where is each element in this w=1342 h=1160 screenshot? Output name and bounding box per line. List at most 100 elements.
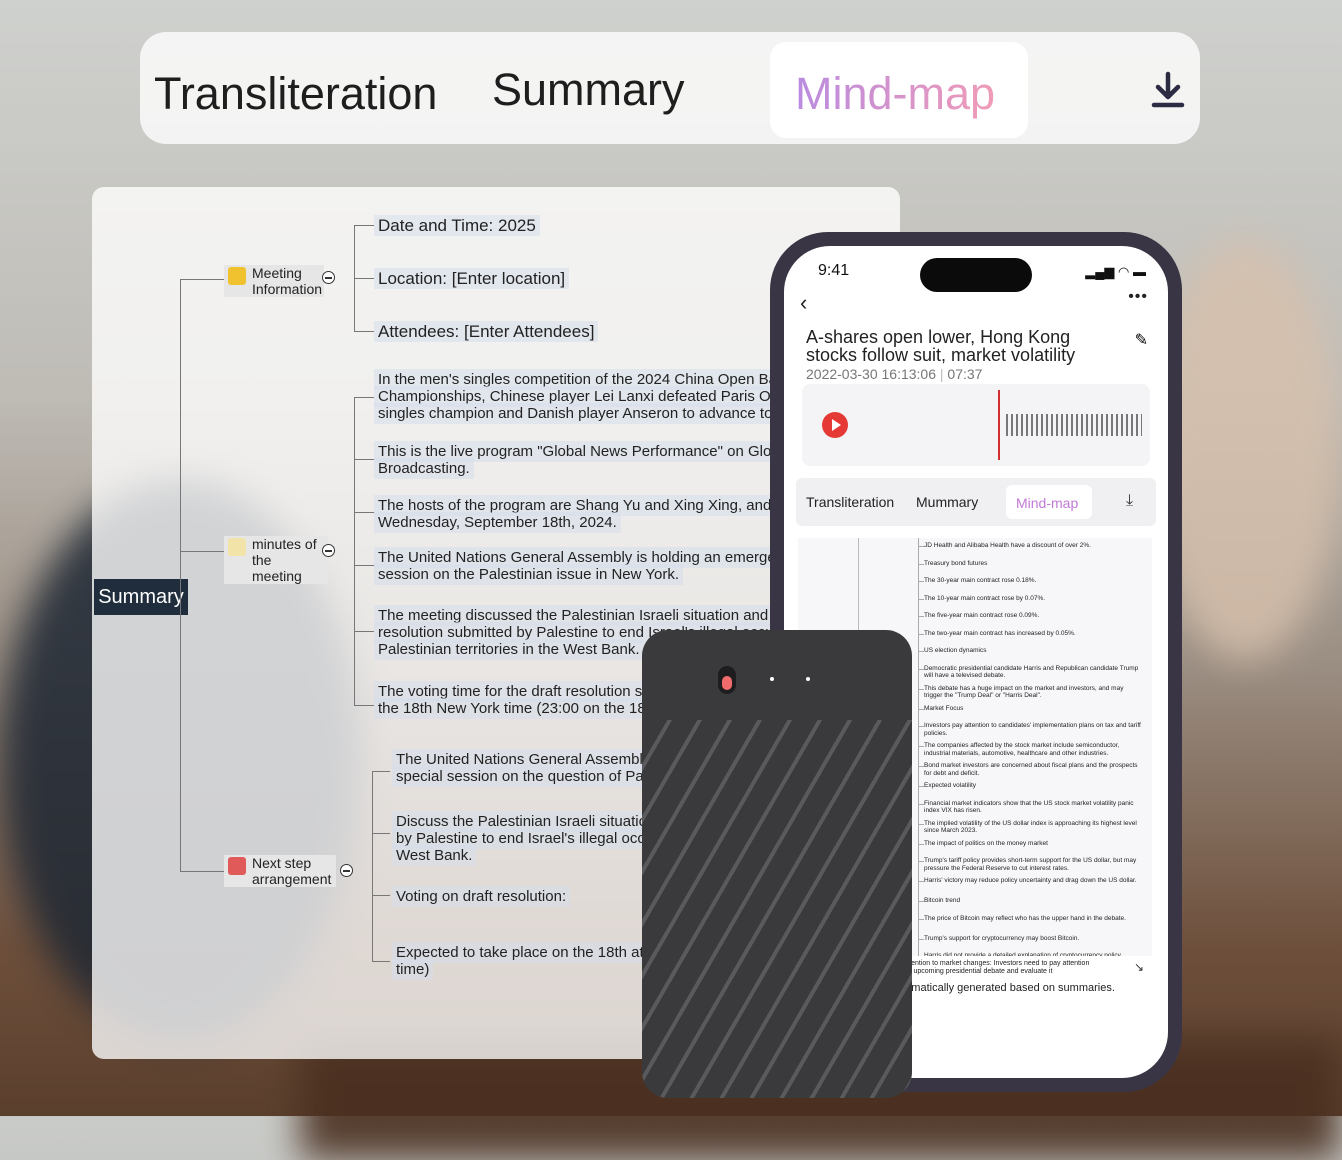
collapse-icon[interactable]	[322, 271, 335, 284]
connector	[354, 459, 374, 460]
tab-mindmap-label: Mind-map	[795, 68, 996, 119]
branch-label: Meeting Information	[252, 265, 323, 297]
connector	[354, 631, 374, 632]
phone-mindmap-item: JD Health and Alibaba Health have a disc…	[924, 542, 1091, 549]
leaf-next-discuss-line3: West Bank.	[392, 845, 477, 866]
meta-separator: |	[939, 366, 944, 382]
leaf-program-line2: Broadcasting.	[374, 458, 474, 479]
connector	[180, 551, 226, 552]
branch-label: minutes of the meeting	[252, 536, 317, 584]
more-icon[interactable]: •••	[1128, 288, 1148, 306]
phone-mindmap-item: The two-year main contract has increased…	[924, 629, 1076, 637]
record-switch[interactable]	[718, 666, 736, 694]
leaf-discussion-line3: Palestinian territories in the West Bank…	[374, 639, 644, 660]
connector	[354, 565, 374, 566]
phone-mindmap-item: Financial market indicators show that th…	[924, 799, 1134, 815]
leaf-next-un-line2: special session on the question of Pale	[392, 766, 660, 787]
branch-label: Next step arrangement	[252, 855, 332, 887]
phone-mindmap-item: The price of Bitcoin may reflect who has…	[924, 914, 1126, 922]
connector	[180, 279, 226, 280]
status-time: 9:41	[818, 262, 850, 279]
edit-icon[interactable]: ✎	[1135, 330, 1148, 350]
download-icon[interactable]	[1148, 70, 1188, 110]
memo-icon	[228, 538, 246, 556]
signal-wifi-battery-icon: ▂▄▆ ◠ ▬	[1085, 264, 1146, 279]
phone-footnote: ay attention to market changes: Investor…	[894, 960, 1090, 975]
leaf-date-time: Date and Time: 2025	[374, 215, 540, 236]
calendar-icon	[228, 857, 246, 875]
phone-mindmap-item: The 30-year main contract rose 0.18%.	[924, 577, 1037, 584]
connector	[372, 895, 390, 896]
collapse-icon[interactable]	[322, 544, 335, 557]
audio-player	[802, 384, 1150, 466]
device-texture	[642, 720, 912, 1098]
branch-meeting-information[interactable]: Meeting Information	[224, 265, 324, 297]
phone-mindmap-item: The 10-year main contract rose by 0.07%.	[924, 594, 1046, 602]
connector	[354, 278, 374, 279]
leaf-location: Location: [Enter location]	[374, 268, 570, 289]
connector	[372, 961, 390, 962]
connector	[372, 771, 373, 961]
back-icon[interactable]: ‹	[800, 290, 807, 316]
connector	[354, 397, 355, 705]
phone-mindmap-item: Trump's support for cryptocurrency may b…	[924, 934, 1080, 942]
connector	[372, 833, 390, 834]
recording-title: A-shares open lower, Hong Kong stocks fo…	[806, 327, 1076, 365]
phone-mindmap-item: Bitcoin trend	[924, 897, 961, 904]
writing-hand-icon	[228, 267, 246, 285]
phone-auto-generated-note: utomatically generated based on summarie…	[896, 982, 1115, 994]
dynamic-island	[920, 258, 1032, 292]
phone-mindmap-item: Market Focus	[924, 704, 964, 712]
phone-mindmap-item: Investors pay attention to candidates' i…	[924, 722, 1141, 737]
phone-mindmap-item: Democratic presidential candidate Harris…	[924, 664, 1139, 680]
phone-tab-summary[interactable]: Mummary	[916, 494, 978, 510]
collapse-icon[interactable]	[340, 864, 353, 877]
connector	[354, 512, 374, 513]
branch-minutes-of-the-meeting[interactable]: minutes of the meeting	[224, 536, 328, 584]
phone-tab-mindmap-label: Mind-map	[1016, 495, 1079, 511]
phone-download-icon[interactable]: ⤓	[1126, 492, 1133, 510]
leaf-badminton-line3: singles champion and Danish player Anser…	[374, 403, 794, 424]
phone-mindmap-item: US election dynamics	[924, 647, 987, 654]
phone-mindmap-item: Harris did not provide a detailed explan…	[924, 952, 1123, 956]
tab-transliteration[interactable]: Transliteration	[154, 68, 437, 120]
indicator-led	[770, 677, 774, 681]
branch-next-step-arrangement[interactable]: Next step arrangement	[224, 855, 336, 887]
phone-tab-mindmap[interactable]: Mind-map	[1006, 485, 1092, 519]
connector	[354, 225, 374, 226]
phone-tab-bar: Transliteration Mummary Mind-map ⤓	[796, 478, 1156, 526]
waveform[interactable]	[1006, 414, 1142, 436]
leaf-attendees: Attendees: [Enter Attendees]	[374, 321, 599, 342]
mindmap-root-node[interactable]: Summary	[94, 579, 188, 615]
phone-mindmap-item: The implied volatility of the US dollar …	[924, 819, 1137, 835]
play-icon[interactable]	[822, 412, 848, 438]
connector	[354, 705, 374, 706]
phone-mindmap-item: The five-year main contract rose 0.09%.	[924, 612, 1040, 619]
phone-mindmap-item: Harris' victory may reduce policy uncert…	[924, 877, 1137, 884]
view-tab-bar: Transliteration Summary Mind-map	[140, 32, 1200, 144]
phone-mindmap-item: Bond market investors are concerned abou…	[924, 762, 1138, 777]
phone-tab-transliteration[interactable]: Transliteration	[806, 494, 894, 510]
phone-mindmap-item: The impact of politics on the money mark…	[924, 839, 1048, 847]
playhead[interactable]	[998, 390, 1000, 460]
tab-mindmap[interactable]: Mind-map	[770, 42, 1028, 138]
leaf-next-expected-line2: time)	[392, 959, 434, 980]
recording-duration: 07:37	[947, 366, 983, 382]
recording-date: 2022-03-30 16:13:06	[806, 366, 936, 382]
expand-icon[interactable]: ↘	[1134, 960, 1144, 974]
voice-recorder-device	[642, 630, 912, 1098]
connector	[354, 397, 374, 398]
leaf-next-voting: Voting on draft resolution:	[392, 886, 571, 907]
phone-mindmap-item: Treasury bond futures	[924, 559, 988, 567]
connector	[918, 538, 919, 956]
leaf-hosts-line2: Wednesday, September 18th, 2024.	[374, 512, 621, 533]
leaf-voting-line2: the 18th New York time (23:00 on the 18t	[374, 698, 654, 719]
connector	[180, 279, 181, 871]
tab-summary[interactable]: Summary	[492, 64, 685, 116]
phone-mindmap-item: This debate has a huge impact on the mar…	[924, 684, 1124, 700]
phone-mindmap-item: The companies affected by the stock mark…	[924, 742, 1120, 757]
connector	[180, 871, 226, 872]
indicator-led	[806, 677, 810, 681]
connector	[354, 331, 374, 332]
phone-mindmap-item: Trump's tariff policy provides short-ter…	[924, 857, 1137, 872]
